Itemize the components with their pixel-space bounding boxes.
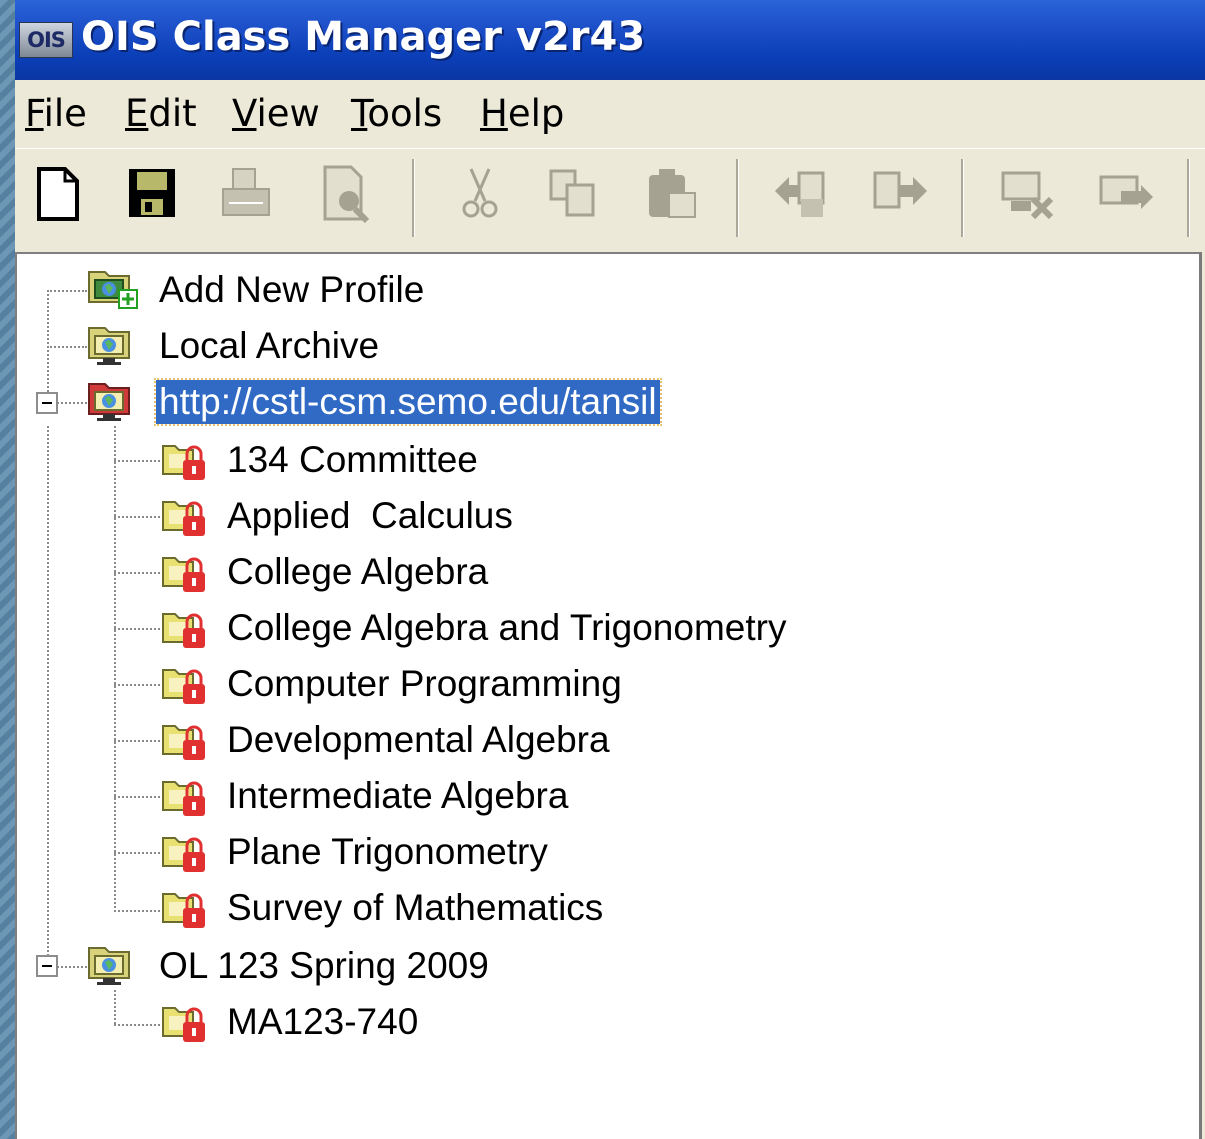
locked-class-icon (159, 604, 209, 652)
tree-connector (47, 426, 49, 956)
tree-node-profile-url[interactable]: http://cstl-csm.semo.edu/tansil (154, 378, 662, 426)
expand-collapse-toggle[interactable] (36, 392, 58, 414)
locked-class-icon (159, 660, 209, 708)
expand-collapse-toggle[interactable] (36, 955, 58, 977)
menu-view[interactable]: View (232, 92, 320, 135)
class-item[interactable]: MA123-740 (227, 1000, 418, 1044)
locked-class-icon (159, 548, 209, 596)
tree-connector (57, 966, 87, 968)
export-icon (873, 171, 927, 209)
tree-connector (114, 684, 160, 686)
cut-button[interactable] (449, 163, 511, 225)
menu-edit[interactable]: Edit (125, 92, 197, 135)
tree-connector (114, 426, 116, 912)
tree-connector (47, 290, 49, 400)
server-profile-icon (85, 376, 141, 424)
locked-class-icon (159, 436, 209, 484)
tree-connector (114, 796, 160, 798)
window-title: OIS Class Manager v2r43 (81, 14, 646, 60)
class-item[interactable]: College Algebra and Trigonometry (227, 606, 786, 650)
copy-icon (549, 169, 595, 217)
menu-file[interactable]: File (25, 92, 87, 135)
app-window: OIS OIS Class Manager v2r43 File Edit Vi… (15, 0, 1205, 1139)
tree-connector (114, 572, 160, 574)
tree-node-profile-ol123[interactable]: OL 123 Spring 2009 (159, 944, 489, 988)
save-button[interactable] (121, 163, 183, 225)
toolbar (15, 148, 1205, 245)
tree-connector (114, 910, 160, 912)
add-profile-icon (85, 264, 141, 312)
tree-connector (114, 516, 160, 518)
class-item[interactable]: 134 Committee (227, 438, 478, 482)
tree-connector (114, 628, 160, 630)
tree-connector (57, 402, 87, 404)
locked-class-icon (159, 828, 209, 876)
export-button[interactable] (869, 163, 931, 225)
locked-class-icon (159, 716, 209, 764)
save-icon (129, 169, 175, 217)
tree-connector (114, 460, 160, 462)
new-button[interactable] (27, 163, 89, 225)
class-item[interactable]: Computer Programming (227, 662, 622, 706)
paste-icon (649, 169, 696, 218)
print-preview-button[interactable] (315, 163, 377, 225)
disconnect-button[interactable] (997, 163, 1059, 225)
import-button[interactable] (771, 163, 833, 225)
tree-connector (114, 990, 116, 1024)
class-item[interactable]: Developmental Algebra (227, 718, 610, 762)
menu-tools[interactable]: Tools (351, 92, 442, 135)
tree-node-add-profile[interactable]: Add New Profile (159, 268, 424, 312)
app-icon: OIS (19, 22, 73, 58)
archive-profile-icon (85, 940, 141, 988)
locked-class-icon (159, 998, 209, 1046)
print-icon (222, 168, 270, 216)
print-button[interactable] (215, 163, 277, 225)
menu-help[interactable]: Help (480, 92, 564, 135)
class-item[interactable]: Plane Trigonometry (227, 830, 548, 874)
tree-connector (114, 852, 160, 854)
class-item[interactable]: College Algebra (227, 550, 488, 594)
new-icon (37, 167, 79, 221)
toolbar-separator (736, 159, 739, 237)
menu-bar: File Edit View Tools Help (15, 82, 1205, 146)
toolbar-separator (1187, 159, 1190, 237)
tree-connector (47, 346, 87, 348)
print-preview-icon (323, 165, 370, 224)
tree-connector (114, 1024, 160, 1026)
locked-class-icon (159, 772, 209, 820)
send-icon (1099, 175, 1153, 209)
copy-button[interactable] (543, 163, 605, 225)
desktop-background (0, 0, 15, 1139)
cut-icon (462, 168, 498, 218)
tree-connector (47, 290, 87, 292)
paste-button[interactable] (641, 163, 703, 225)
archive-profile-icon (85, 320, 141, 368)
class-item[interactable]: Survey of Mathematics (227, 886, 603, 930)
title-bar[interactable]: OIS OIS Class Manager v2r43 (15, 0, 1205, 80)
toolbar-separator (412, 159, 415, 237)
profile-tree[interactable]: Add New Profile Local Archive http://cst… (15, 252, 1202, 1139)
class-item[interactable]: Intermediate Algebra (227, 774, 568, 818)
import-icon (775, 171, 825, 217)
tree-node-local-archive[interactable]: Local Archive (159, 324, 379, 368)
locked-class-icon (159, 492, 209, 540)
locked-class-icon (159, 884, 209, 932)
disconnect-icon (1001, 171, 1054, 220)
class-item[interactable]: Applied Calculus (227, 494, 513, 538)
tree-connector (114, 740, 160, 742)
toolbar-separator (961, 159, 964, 237)
send-button[interactable] (1095, 163, 1157, 225)
